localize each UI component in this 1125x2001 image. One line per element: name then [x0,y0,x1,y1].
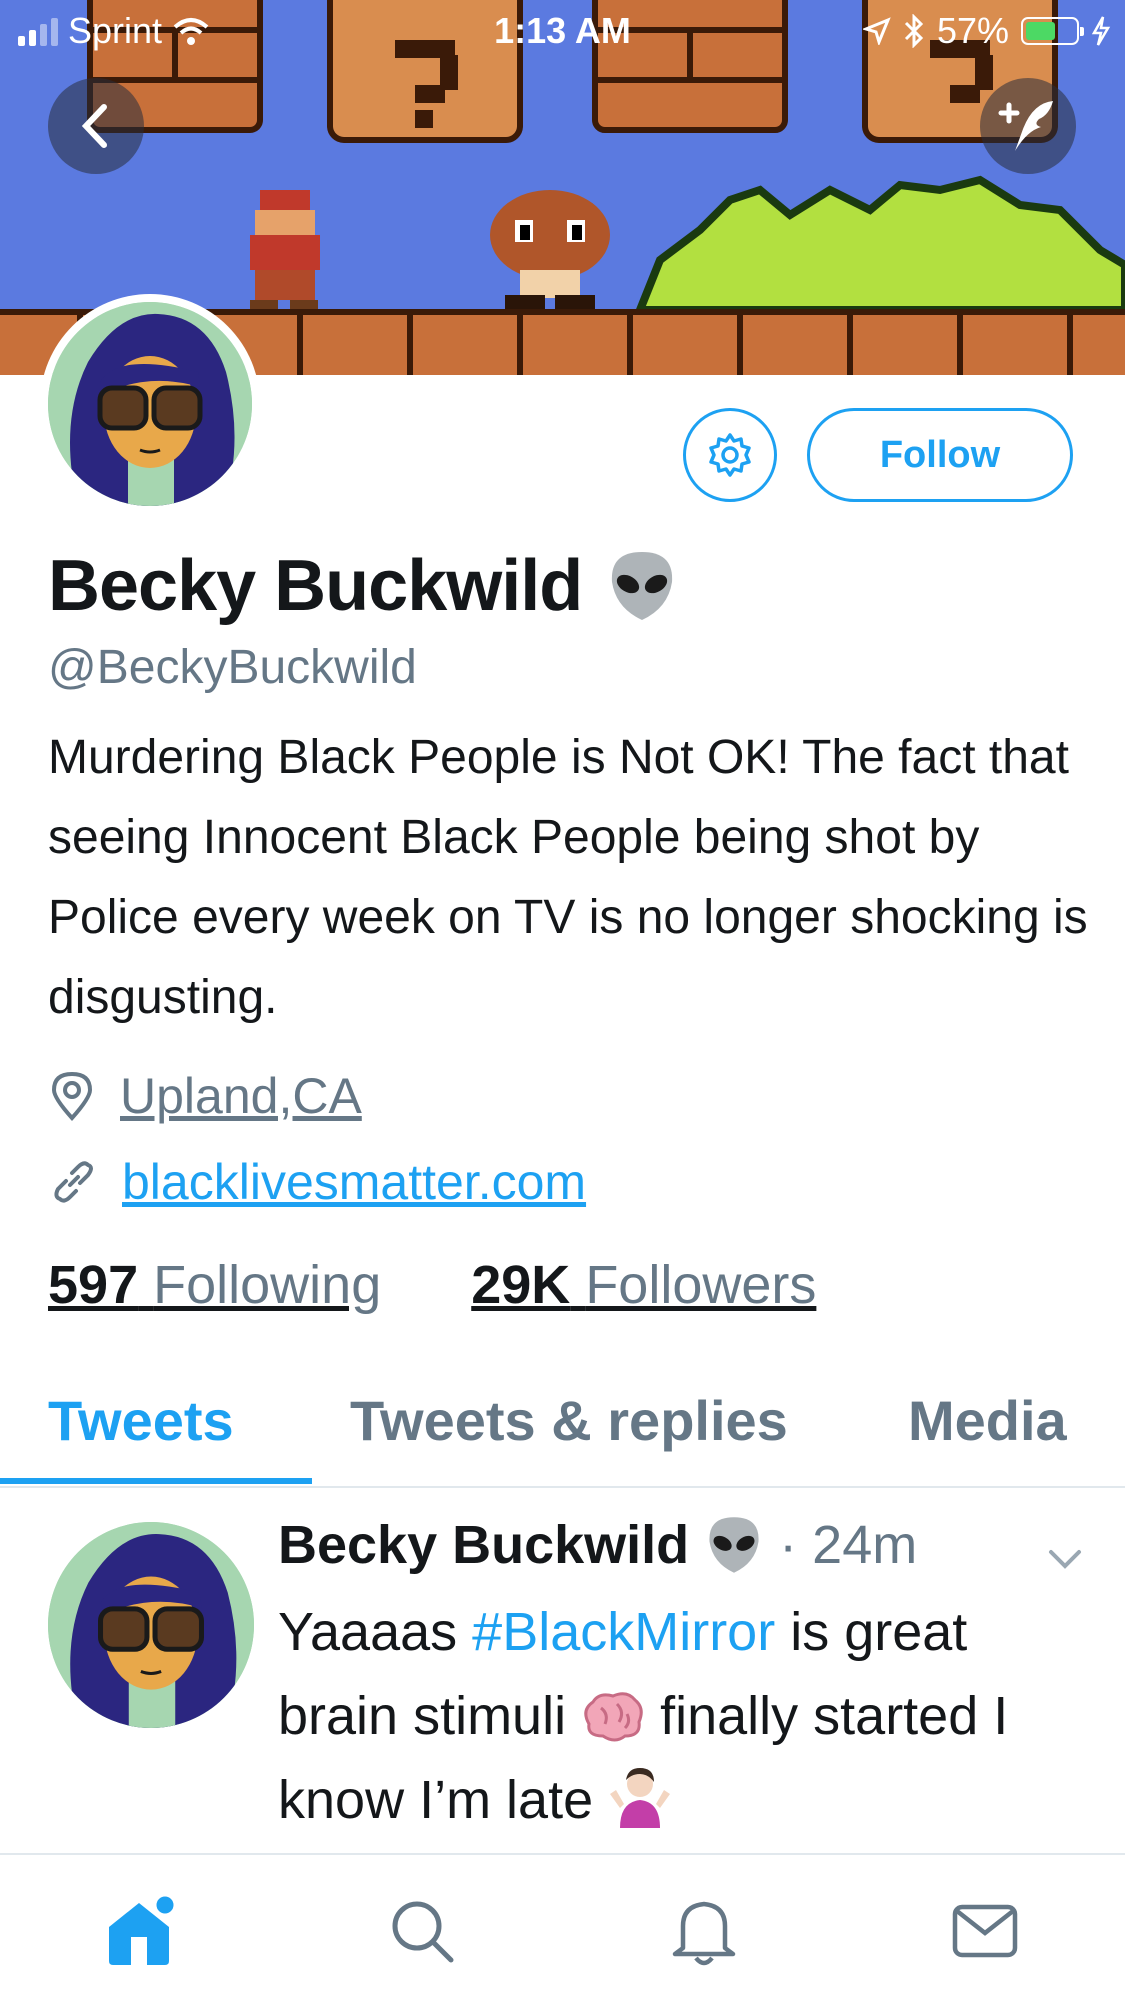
avatar-illustration [48,1522,254,1728]
location-arrow-icon [862,17,891,45]
followers-label: Followers [585,1255,817,1315]
battery-percent: 57% [936,10,1009,51]
location-icon [51,1071,93,1121]
tweet-text-part: Yaaaas [278,1602,473,1662]
tweet-header: Becky Buckwild · 24m [278,1514,917,1576]
active-tab-indicator [0,1478,312,1484]
profile-tabs: Tweets Tweets & replies Media [0,1370,1125,1488]
profile-bio: Murdering Black People is Not OK! The fa… [48,731,1088,1024]
tab-tweets-replies[interactable]: Tweets & replies [350,1388,788,1453]
home-icon [109,1893,177,1965]
brain-emoji [584,1692,643,1742]
tweet-hashtag[interactable]: #BlackMirror [472,1602,775,1662]
shrug-emoji [610,1768,671,1828]
link-icon [54,1161,93,1203]
following-label: Following [153,1255,382,1315]
tweet-item[interactable]: Becky Buckwild · 24m Yaaaas #BlackMirror… [0,1488,1125,1855]
website-link[interactable]: blacklivesmatter.com [122,1153,586,1211]
profile-stats: 597 Following 29K Followers [48,1254,816,1316]
battery-icon [1021,17,1084,45]
profile-location: Upland,CA [48,1067,362,1125]
alien-emoji [612,552,673,620]
back-icon [81,104,107,148]
compose-icon [998,101,1053,151]
alien-emoji [709,1517,759,1573]
notifications-tab[interactable] [664,1891,744,1971]
profile-handle: @BeckyBuckwild [48,641,417,694]
profile-name-row: Becky Buckwild [48,545,680,627]
following-stat[interactable]: 597 Following [48,1254,381,1316]
following-count: 597 [48,1255,139,1315]
tweet-avatar[interactable] [48,1522,254,1728]
profile-avatar[interactable] [40,294,260,514]
status-right: 57% [862,10,1111,52]
tweet-time: · 24m [779,1515,918,1575]
avatar-illustration [48,302,252,506]
charging-icon [1091,16,1111,46]
tab-media[interactable]: Media [908,1388,1067,1453]
bottom-tab-bar [0,1855,1125,2001]
home-tab[interactable] [101,1891,181,1971]
back-button[interactable] [48,78,144,174]
messages-tab[interactable] [945,1891,1025,1971]
location-text[interactable]: Upland,CA [120,1067,362,1125]
bluetooth-icon [904,14,924,48]
search-icon [392,1901,454,1963]
profile-website: blacklivesmatter.com [48,1153,586,1211]
settings-button[interactable] [683,408,777,502]
followers-count: 29K [471,1255,571,1315]
tab-tweets[interactable]: Tweets [48,1388,234,1453]
follow-button[interactable]: Follow [807,408,1073,502]
notifications-icon [672,1901,736,1966]
compose-button[interactable] [980,78,1076,174]
followers-stat[interactable]: 29K Followers [471,1254,816,1316]
search-tab[interactable] [382,1891,462,1971]
tweet-text: Yaaaas #BlackMirror is great brain stimu… [278,1590,1078,1842]
status-bar: Sprint 1:13 AM 57% [0,0,1125,62]
chevron-down-icon[interactable] [1045,1544,1085,1572]
profile-name: Becky Buckwild [48,546,583,626]
messages-icon [952,1904,1018,1958]
tweet-author[interactable]: Becky Buckwild [278,1514,689,1576]
settings-icon [709,433,751,477]
